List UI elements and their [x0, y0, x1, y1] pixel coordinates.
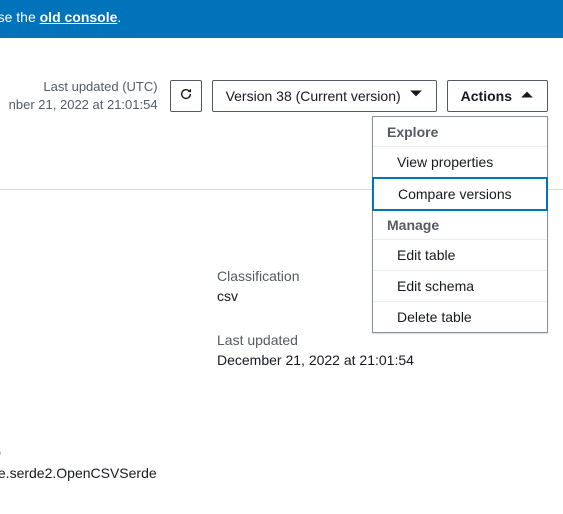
menu-item-delete-table[interactable]: Delete table: [373, 302, 547, 332]
banner-text-suffix: .: [117, 9, 121, 25]
actions-dropdown-menu: Explore View properties Compare versions…: [372, 116, 548, 333]
caret-down-icon: [409, 87, 423, 104]
last-updated-label: Last updated (UTC): [43, 78, 157, 96]
serde-lib-label: ib: [0, 442, 157, 463]
last-updated-date: nber 21, 2022 at 21:01:54: [0, 96, 158, 114]
menu-item-compare-versions[interactable]: Compare versions: [372, 177, 548, 211]
old-console-link[interactable]: old console: [40, 9, 118, 25]
dropdown-section-explore: Explore: [373, 117, 547, 147]
banner-text-prefix: sole, or use the: [0, 9, 40, 25]
notification-banner: sole, or use the old console.: [0, 0, 563, 38]
bottom-text: ib hive.serde2.OpenCSVSerde: [0, 442, 157, 484]
refresh-button[interactable]: [170, 80, 202, 112]
refresh-icon: [179, 87, 193, 104]
dropdown-section-manage: Manage: [373, 210, 547, 240]
actions-label: Actions: [461, 88, 512, 104]
actions-dropdown-button[interactable]: Actions: [447, 80, 548, 112]
menu-item-view-properties[interactable]: View properties: [373, 147, 547, 178]
version-dropdown-button[interactable]: Version 38 (Current version): [212, 80, 437, 112]
last-updated-label2: Last updated: [217, 332, 563, 348]
serde-lib-value: hive.serde2.OpenCSVSerde: [0, 463, 157, 484]
menu-item-edit-table[interactable]: Edit table: [373, 240, 547, 271]
menu-item-edit-schema[interactable]: Edit schema: [373, 271, 547, 302]
last-updated-value: December 21, 2022 at 21:01:54: [217, 352, 563, 368]
version-dropdown-label: Version 38 (Current version): [226, 88, 401, 104]
last-updated-block: Last updated (UTC) nber 21, 2022 at 21:0…: [43, 78, 157, 113]
caret-up-icon: [520, 87, 534, 104]
top-controls: Last updated (UTC) nber 21, 2022 at 21:0…: [0, 78, 563, 113]
